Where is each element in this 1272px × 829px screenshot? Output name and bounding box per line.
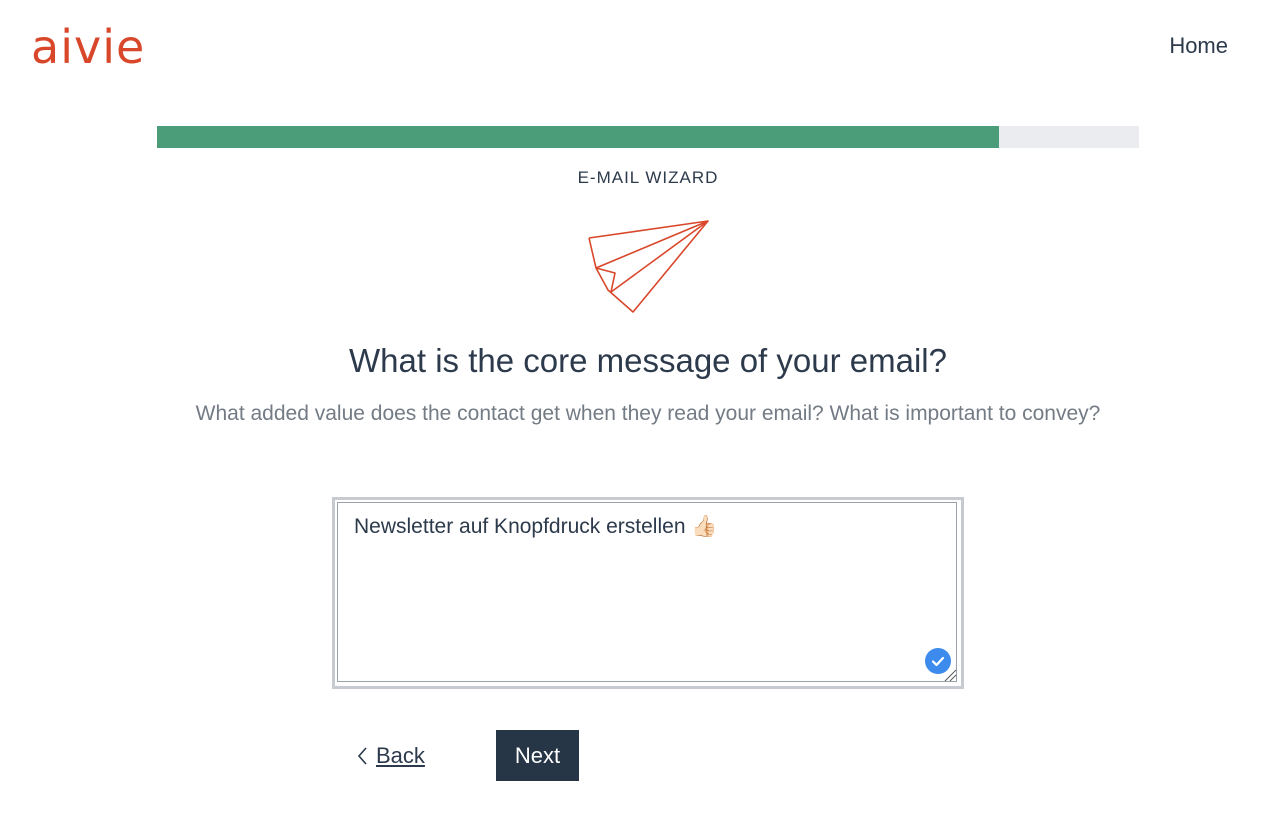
next-button[interactable]: Next [496, 730, 579, 781]
back-button[interactable]: Back [356, 740, 425, 771]
progress-bar [157, 126, 1139, 148]
resize-handle-icon[interactable] [943, 668, 957, 682]
progress-fill [157, 126, 999, 148]
wizard-label: E-MAIL WIZARD [577, 168, 719, 187]
back-label: Back [376, 743, 425, 769]
question-heading: What is the core message of your email? [349, 342, 947, 379]
core-message-input[interactable]: Newsletter auf Knopfdruck erstellen 👍🏻 [337, 502, 957, 682]
chevron-left-icon [357, 747, 367, 765]
home-link[interactable]: Home [1169, 32, 1228, 60]
aivie-logo[interactable]: aivie [31, 14, 145, 80]
header: aivie Home [0, 0, 1272, 100]
paper-plane-icon [588, 220, 709, 313]
core-message-field-wrapper: Newsletter auf Knopfdruck erstellen 👍🏻 [332, 497, 964, 689]
question-subtitle: What added value does the contact get wh… [195, 402, 1101, 425]
